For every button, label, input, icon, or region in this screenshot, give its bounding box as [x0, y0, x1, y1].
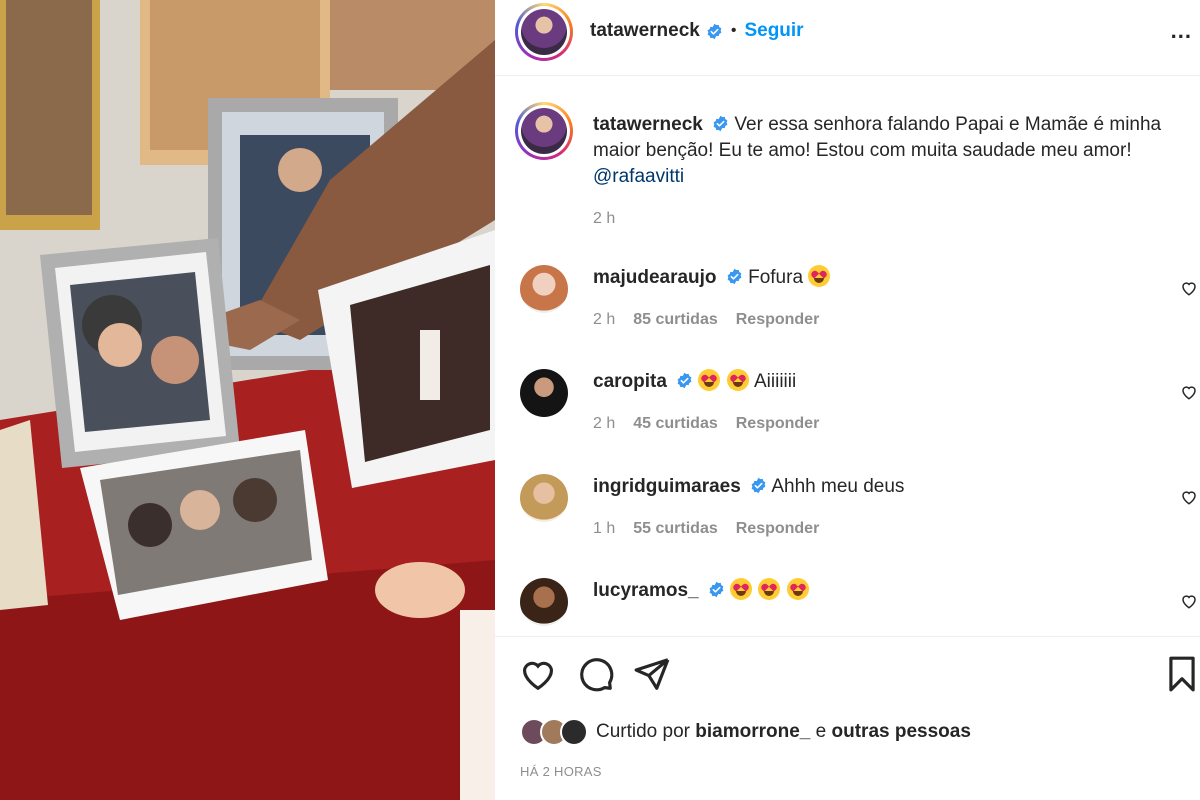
heart-eyes-emoji-icon: [698, 369, 721, 391]
heart-eyes-emoji-icon: [730, 578, 753, 600]
caption-text-block: tatawerneck Ver essa senhora falando Pap…: [593, 112, 1193, 190]
comment-time[interactable]: 1 h: [593, 520, 615, 538]
reply-button[interactable]: Responder: [736, 520, 820, 538]
heart-eyes-emoji-icon: [808, 265, 831, 287]
comment-likes-count[interactable]: 85 curtidas: [633, 311, 717, 329]
post-header: tatawerneck • Seguir ...: [495, 0, 1200, 76]
commenter-username[interactable]: ingridguimaraes: [593, 476, 741, 497]
comment-item: lucyramos_: [495, 578, 1200, 636]
more-options-icon[interactable]: ...: [1171, 18, 1192, 44]
verified-badge-icon: [727, 268, 742, 285]
other-likers-link[interactable]: outras pessoas: [832, 721, 971, 742]
heart-eyes-emoji-icon: [758, 578, 781, 600]
comment-likes-count[interactable]: 55 curtidas: [633, 520, 717, 538]
reply-button[interactable]: Responder: [736, 311, 820, 329]
heart-eyes-emoji-icon: [786, 578, 809, 600]
commenter-username[interactable]: majudearaujo: [593, 267, 717, 288]
bookmark-icon[interactable]: [1163, 655, 1200, 693]
comment-likes-count[interactable]: 45 curtidas: [633, 415, 717, 433]
comment-time[interactable]: 2 h: [593, 415, 615, 433]
post-photo: [0, 0, 495, 800]
commenter-avatar[interactable]: [520, 265, 568, 313]
comment-item: caropita Aiiiiiii 2 h 45 curtidas Respon…: [495, 369, 1200, 469]
heart-icon[interactable]: [1180, 279, 1198, 297]
post-media[interactable]: [0, 0, 495, 800]
reply-button[interactable]: Responder: [736, 415, 820, 433]
post-details-panel: tatawerneck • Seguir ... tatawerneck Ver…: [495, 0, 1200, 800]
author-username[interactable]: tatawerneck: [590, 20, 700, 42]
share-icon[interactable]: [633, 655, 671, 693]
commenter-avatar[interactable]: [520, 369, 568, 417]
caption-username[interactable]: tatawerneck: [593, 114, 703, 135]
liked-by-prefix: Curtido por: [596, 721, 690, 742]
comment-time[interactable]: 2 h: [593, 311, 615, 329]
caption-author-avatar[interactable]: [515, 102, 573, 160]
verified-badge-icon: [677, 372, 692, 389]
liker-avatar[interactable]: [560, 718, 588, 746]
commenter-avatar[interactable]: [520, 578, 568, 626]
heart-icon[interactable]: [1180, 383, 1198, 401]
comment-icon[interactable]: [577, 655, 615, 693]
commenter-username[interactable]: lucyramos_: [593, 580, 699, 601]
liker-username[interactable]: biamorrone_: [695, 721, 810, 742]
comment-item: majudearaujo Fofura 2 h 85 curtidas Resp…: [495, 265, 1200, 365]
heart-icon[interactable]: [1180, 592, 1198, 610]
verified-badge-icon: [751, 477, 766, 494]
verified-badge-icon: [709, 581, 724, 598]
divider: [495, 636, 1200, 637]
comment-text: Ahhh meu deus: [771, 476, 905, 497]
commenter-username[interactable]: caropita: [593, 371, 667, 392]
caption-time[interactable]: 2 h: [593, 210, 615, 228]
verified-badge-icon: [707, 23, 722, 39]
verified-badge-icon: [713, 115, 728, 132]
liked-by-row: Curtido por biamorrone_ e outras pessoas: [520, 715, 971, 749]
author-avatar[interactable]: [515, 3, 573, 61]
smiling-hearts-emoji-icon: [726, 369, 749, 391]
like-heart-icon[interactable]: [519, 655, 557, 693]
comment-text: Aiiiiiii: [754, 371, 797, 392]
heart-icon[interactable]: [1180, 488, 1198, 506]
comment-item: ingridguimaraes Ahhh meu deus 1 h 55 cur…: [495, 474, 1200, 574]
follow-button[interactable]: Seguir: [744, 20, 803, 42]
separator-dot: •: [730, 22, 737, 39]
caption-mention-link[interactable]: @rafaavitti: [593, 166, 684, 187]
commenter-avatar[interactable]: [520, 474, 568, 522]
comment-text: Fofura: [748, 267, 804, 288]
liked-by-connector: e: [815, 721, 827, 742]
post-timestamp[interactable]: HÁ 2 HORAS: [520, 764, 602, 779]
